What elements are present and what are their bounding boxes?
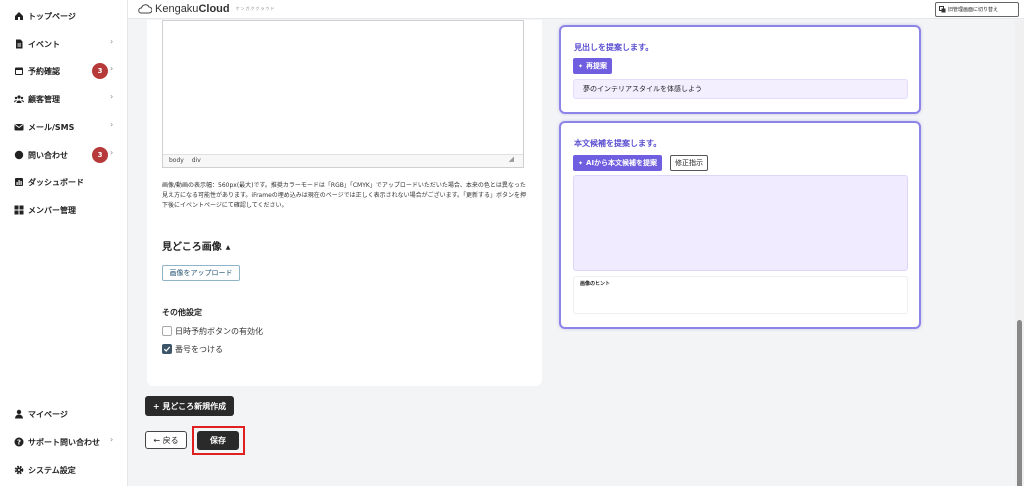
logo-subtitle: ケンガククラウド: [235, 6, 276, 11]
checkmark-icon: [163, 346, 171, 352]
sidebar-item-label: マイページ: [28, 410, 68, 419]
element-path-div[interactable]: div: [192, 157, 201, 164]
body-suggestion-textarea[interactable]: [573, 175, 908, 271]
sparkle-icon: ✦: [578, 62, 584, 70]
page-scrollbar[interactable]: [1015, 20, 1024, 486]
top-bar: Kengaku Cloud ケンガククラウド: [128, 0, 1024, 19]
ai-generate-body-button[interactable]: ✦ AIから本文候補を提案: [573, 155, 663, 171]
chevron-right-icon: ›: [110, 92, 114, 101]
sidebar-item-label: 顧客管理: [28, 95, 60, 104]
ai-heading-suggestion-panel: 見出しを提案します。 ✦ 再提案 夢のインテリアスタイルを体感しよう: [559, 25, 921, 114]
calendar-icon: [15, 67, 23, 75]
home-icon: [15, 12, 23, 20]
chevron-right-icon: ›: [110, 435, 114, 444]
highlight-images-title-text: 見どころ画像: [162, 242, 222, 253]
save-button[interactable]: 保存: [197, 431, 239, 450]
sidebar-item-label: メール/SMS: [28, 123, 75, 132]
mail-icon: [14, 124, 24, 131]
sidebar-item-system-settings[interactable]: システム設定: [0, 460, 128, 480]
back-button[interactable]: ← 戻る: [145, 431, 187, 449]
chevron-right-icon: ›: [110, 148, 114, 157]
chevron-right-icon: ›: [110, 37, 114, 46]
element-path-body[interactable]: body: [169, 157, 184, 164]
chart-icon: [15, 178, 23, 186]
sidebar-item-customers[interactable]: 顧客管理 ›: [0, 89, 128, 109]
grid-icon: [14, 205, 24, 215]
sidebar-item-inquiries[interactable]: 問い合わせ 3 ›: [0, 145, 128, 165]
help-icon: ?: [14, 437, 24, 447]
editor-status-bar: body div ◢: [163, 154, 523, 167]
switch-to-old-admin-button[interactable]: 旧管理画面に切り替え: [935, 2, 1019, 17]
ai-generate-body-label: AIから本文候補を提案: [586, 159, 658, 167]
regenerate-suggestion-button[interactable]: ✦ 再提案: [573, 58, 613, 74]
chat-icon: [14, 150, 24, 160]
ai-heading-title: 見出しを提案します。: [574, 43, 654, 52]
logo-text-bold: Cloud: [198, 3, 230, 15]
chevron-right-icon: ›: [110, 64, 114, 73]
sidebar-item-events[interactable]: イベント ›: [0, 34, 128, 54]
sidebar-item-label: メンバー管理: [28, 206, 76, 215]
svg-text:?: ?: [17, 439, 21, 447]
logo-text-main: Kengaku: [155, 3, 199, 15]
checkbox-label: 番号をつける: [175, 344, 223, 354]
sidebar-item-top-page[interactable]: トップページ: [0, 6, 128, 26]
sidebar-item-support[interactable]: ? サポート問い合わせ ›: [0, 432, 128, 452]
switch-label: 旧管理画面に切り替え: [948, 7, 999, 13]
heading-suggestion[interactable]: 夢のインテリアスタイルを体感しよう: [573, 79, 908, 99]
sidebar-item-dashboard[interactable]: ダッシュボード: [0, 172, 128, 192]
resize-handle-icon[interactable]: ◢: [509, 153, 514, 165]
notification-badge: 3: [92, 63, 108, 79]
sidebar-item-label: システム設定: [28, 466, 76, 475]
checkbox-label: 日時予約ボタンの有効化: [175, 326, 263, 336]
sidebar-item-label: 予約確認: [28, 67, 60, 76]
users-icon: [14, 95, 24, 103]
sidebar-item-my-page[interactable]: マイページ: [0, 404, 128, 424]
enable-datetime-reservation-option[interactable]: 日時予約ボタンの有効化: [162, 325, 263, 337]
add-number-option[interactable]: 番号をつける: [162, 343, 223, 355]
cloud-icon: [138, 4, 152, 14]
person-icon: [15, 409, 23, 419]
other-settings-title: その他設定: [162, 308, 202, 317]
switch-icon: [939, 6, 946, 13]
sidebar-item-label: トップページ: [28, 12, 76, 21]
notification-badge: 3: [92, 147, 108, 163]
ai-body-suggestion-panel: 本文候補を提案します。 ✦ AIから本文候補を提案 修正指示 画像のヒント: [559, 121, 921, 329]
enable-datetime-reservation-checkbox[interactable]: [162, 326, 172, 336]
image-hint-box: 画像のヒント: [573, 276, 908, 314]
caret-up-icon: ▲: [225, 243, 231, 251]
document-icon: [16, 39, 23, 49]
add-number-checkbox[interactable]: [162, 344, 172, 354]
ai-body-title: 本文候補を提案します。: [574, 139, 662, 148]
chevron-right-icon: ›: [110, 120, 114, 129]
upload-note: 画像/動画の表示幅：560px(最大)です。推奨カラーモードは「RGB」「CMY…: [162, 182, 527, 209]
sidebar-item-members[interactable]: メンバー管理: [0, 200, 128, 220]
sidebar: トップページ イベント › 予約確認 3 › 顧客管理 › メール/SMS › …: [0, 0, 128, 486]
logo[interactable]: Kengaku Cloud ケンガククラウド: [138, 3, 275, 15]
sidebar-item-label: サポート問い合わせ: [28, 438, 100, 447]
upload-image-button[interactable]: 画像をアップロード: [162, 265, 240, 281]
sidebar-item-mail-sms[interactable]: メール/SMS ›: [0, 117, 128, 137]
revision-instruction-button[interactable]: 修正指示: [670, 155, 708, 171]
create-new-highlight-button[interactable]: + 見どころ新規作成: [145, 396, 234, 416]
sidebar-item-label: イベント: [28, 40, 60, 49]
sidebar-item-reservations[interactable]: 予約確認 3 ›: [0, 61, 128, 81]
sidebar-item-label: ダッシュボード: [28, 178, 84, 187]
highlight-images-title[interactable]: 見どころ画像 ▲: [162, 238, 230, 253]
regenerate-label: 再提案: [586, 62, 608, 70]
scrollbar-thumb[interactable]: [1017, 320, 1022, 486]
sparkle-icon: ✦: [578, 159, 584, 167]
sidebar-item-label: 問い合わせ: [28, 151, 68, 160]
gear-icon: [14, 465, 24, 475]
rich-text-editor[interactable]: body div ◢: [162, 20, 524, 168]
